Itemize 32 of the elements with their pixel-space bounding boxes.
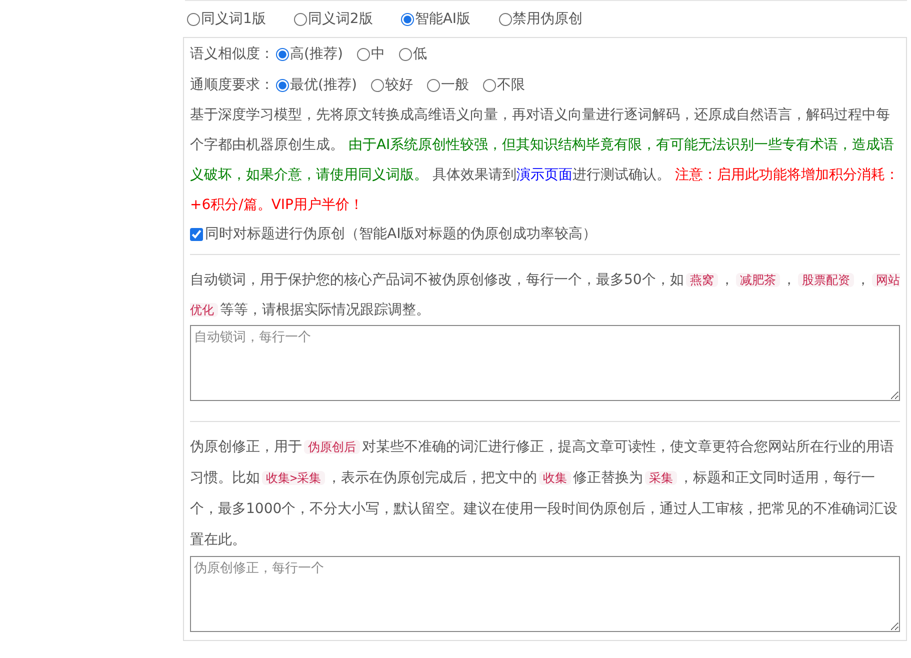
radio-button[interactable] (276, 78, 289, 92)
radio-button[interactable] (187, 12, 200, 26)
radio-label: 最优(推荐) (290, 76, 357, 94)
radio-button[interactable] (356, 48, 370, 60)
radio-label: 不限 (496, 76, 525, 94)
radio-button[interactable] (498, 12, 512, 26)
radio-label: 禁用伪原创 (512, 10, 583, 28)
radio-button[interactable] (426, 78, 440, 92)
radio-button[interactable] (482, 78, 496, 92)
radio-label: 较好 (384, 76, 413, 94)
radio-label: 同义词1版 (201, 10, 266, 28)
demo-page-link[interactable]: 演示页面 (516, 167, 572, 183)
radio-button[interactable] (276, 48, 289, 60)
radio-button[interactable] (294, 12, 307, 26)
field-label: 语义相似度： (190, 44, 274, 64)
radio-label: 一般 (440, 76, 469, 94)
radio-label: 高(推荐) (290, 44, 343, 64)
field-label: 通顺度要求： (190, 76, 274, 94)
radio-button[interactable] (400, 12, 414, 26)
radio-label: 同义词2版 (308, 10, 373, 28)
lock-words-field[interactable]: 自动锁词，每行一个 (190, 325, 900, 401)
ai-description: 基于深度学习模型，先将原文转换成高维语义向量，再对语义向量进行逐词解码，还原成自然语言，解码过程中每个字都由机器原创生成。 由于AI系统原创性较强，但其知识结构毕竟有限，有可能无法识别一些专有术语，造成语义破坏，如果介意，请使用同义词版。 具体效果请到演示页面进行测试确认。 注意：启用此功能将增加积分消耗：+6积分/篇。VIP用户半价！ (190, 106, 900, 215)
title-checkbox-label: 同时对标题进行伪原创（智能AI版对标题的伪原创成功率较高） (205, 224, 597, 244)
title-checkbox[interactable] (190, 228, 203, 240)
corrections-field[interactable]: 伪原创修正，每行一个 (190, 556, 900, 632)
radio-button[interactable] (370, 78, 384, 92)
radio-button[interactable] (398, 48, 412, 60)
lock-words-description: 自动锁词，用于保护您的核心产品词不被伪原创修改，每行一个，最多50个，如 燕窝 ， 减肥茶 ， 股票配资 ， 网站优化 等等，请根据实际情况跟踪调整。 (190, 271, 900, 320)
radio-label: 低 (412, 44, 427, 64)
corrections-description: 伪原创修正，用于 伪原创后 对某些不准确的词汇进行修正，提高文章可读性，使文章更符合您网站所在行业的用语习惯。比如 收集>采集 ，表示在伪原创完成后，把文中的 收集 修正替换为 采集 ，标题和正文同时适用，每行一个，最多1000个，不分大小写，默认留空。建议在使用一段时间伪原创后，通过人工审核，把常见的不准确词汇设置在此。 (190, 438, 899, 550)
radio-label: 中 (370, 44, 385, 64)
radio-label: 智能AI版 (414, 10, 471, 28)
